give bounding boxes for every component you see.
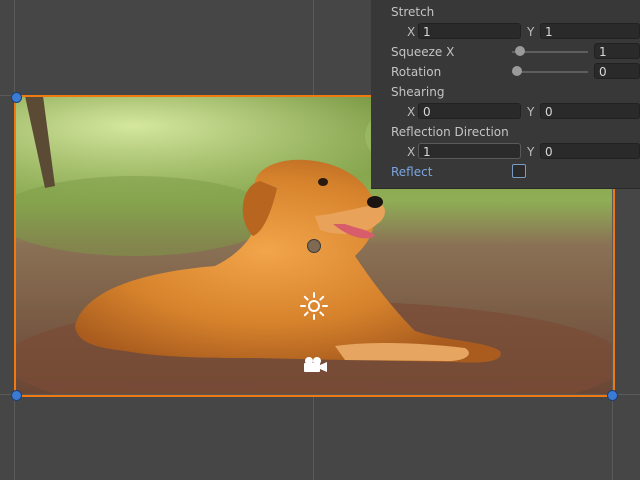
rotation-field[interactable]: 0: [594, 63, 640, 79]
shearing-xy-row: X 0 Y 0: [371, 103, 640, 123]
reflect-row: Reflect: [371, 163, 640, 183]
stretch-x-axis-label[interactable]: X: [407, 25, 415, 39]
grid-line: [0, 394, 640, 395]
resize-handle-top-left[interactable]: [11, 92, 22, 103]
shearing-y-field[interactable]: 0: [540, 103, 640, 119]
stretch-y-field[interactable]: 1: [540, 23, 640, 39]
squeeze-x-label[interactable]: Squeeze X: [391, 45, 454, 59]
shearing-x-axis-label[interactable]: X: [407, 105, 415, 119]
resize-handle-bottom-left[interactable]: [11, 390, 22, 401]
stretch-y-axis-label[interactable]: Y: [527, 25, 534, 39]
camera-icon[interactable]: [301, 355, 329, 375]
rotation-slider-track[interactable]: [512, 71, 588, 73]
shearing-row: Shearing: [371, 83, 640, 103]
sun-icon[interactable]: [300, 292, 328, 320]
squeeze-x-field[interactable]: 1: [594, 43, 640, 59]
reflection-x-axis-label[interactable]: X: [407, 145, 415, 159]
reflection-direction-label: Reflection Direction: [391, 125, 509, 139]
reflection-direction-xy-row: X 1 Y 0: [371, 143, 640, 163]
reflection-y-axis-label[interactable]: Y: [527, 145, 534, 159]
resize-handle-bottom-right[interactable]: [607, 390, 618, 401]
stretch-x-field[interactable]: 1: [418, 23, 521, 39]
stretch-label: Stretch: [391, 5, 435, 19]
shearing-label: Shearing: [391, 85, 445, 99]
reflect-label[interactable]: Reflect: [391, 165, 432, 179]
reflect-checkbox[interactable]: [512, 164, 526, 178]
reflection-direction-row: Reflection Direction: [371, 123, 640, 143]
rotation-label[interactable]: Rotation: [391, 65, 441, 79]
rotation-slider-knob[interactable]: [512, 66, 522, 76]
stretch-xy-row: X 1 Y 1: [371, 23, 640, 43]
rotation-row: Rotation 0: [371, 63, 640, 83]
shearing-y-axis-label[interactable]: Y: [527, 105, 534, 119]
stretch-row: Stretch: [371, 3, 640, 23]
inspector-panel: Stretch X 1 Y 1 Squeeze X 1 Rotation 0 S…: [371, 0, 640, 189]
reflection-x-field[interactable]: 1: [418, 143, 521, 159]
pivot-icon[interactable]: [307, 239, 321, 253]
reflection-y-field[interactable]: 0: [540, 143, 640, 159]
squeeze-x-slider-knob[interactable]: [515, 46, 526, 56]
squeeze-x-row: Squeeze X 1: [371, 43, 640, 63]
shearing-x-field[interactable]: 0: [418, 103, 521, 119]
